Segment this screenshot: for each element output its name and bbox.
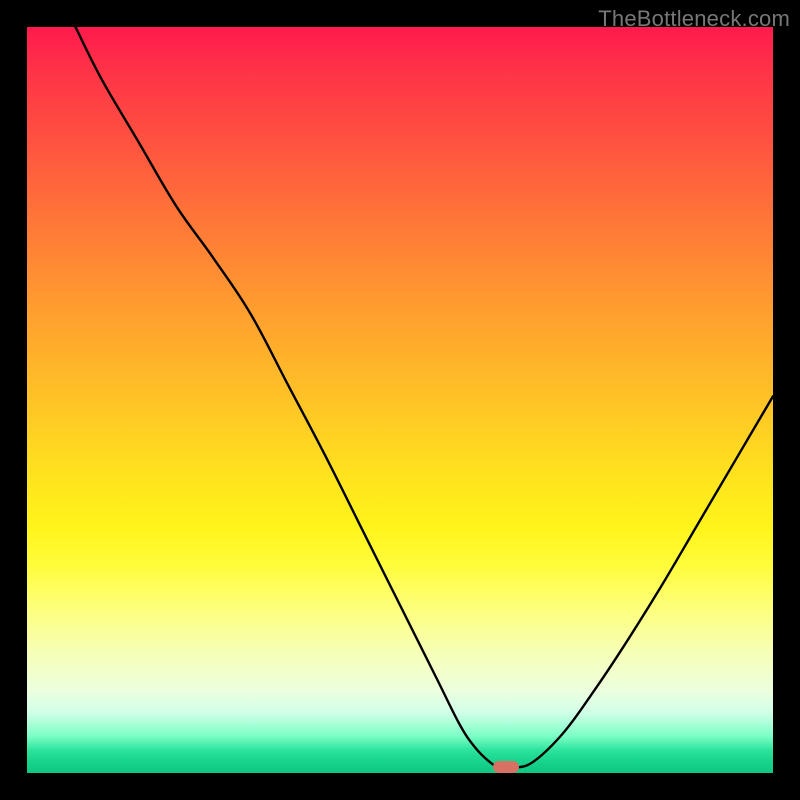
chart-frame: TheBottleneck.com xyxy=(0,0,800,800)
watermark-text: TheBottleneck.com xyxy=(598,6,790,32)
bottleneck-curve xyxy=(27,27,773,773)
plot-area xyxy=(27,27,773,773)
optimal-marker xyxy=(493,761,519,773)
